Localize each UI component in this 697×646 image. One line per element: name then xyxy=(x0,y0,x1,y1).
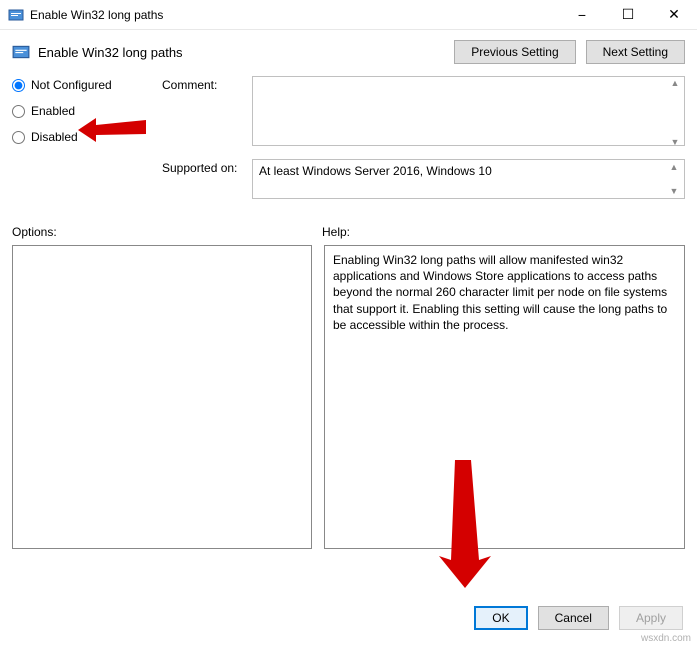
supported-on-text: At least Windows Server 2016, Windows 10 xyxy=(259,164,492,178)
previous-setting-button[interactable]: Previous Setting xyxy=(454,40,575,64)
close-button[interactable]: ✕ xyxy=(651,0,697,29)
scroll-up-icon[interactable]: ▲ xyxy=(666,162,682,172)
header: Enable Win32 long paths Previous Setting… xyxy=(0,30,697,70)
supported-on-field: At least Windows Server 2016, Windows 10… xyxy=(252,159,685,199)
radio-not-configured[interactable]: Not Configured xyxy=(12,78,142,92)
scroll-down-icon[interactable]: ▼ xyxy=(667,137,683,147)
help-label: Help: xyxy=(322,225,350,239)
radio-enabled-label: Enabled xyxy=(31,104,75,118)
cancel-button[interactable]: Cancel xyxy=(538,606,609,630)
supported-on-label: Supported on: xyxy=(162,159,252,175)
radio-group: Not Configured Enabled Disabled xyxy=(12,76,142,209)
radio-enabled[interactable]: Enabled xyxy=(12,104,142,118)
window-title: Enable Win32 long paths xyxy=(30,8,559,22)
titlebar: Enable Win32 long paths − ☐ ✕ xyxy=(0,0,697,30)
scroll-up-icon[interactable]: ▲ xyxy=(667,78,683,88)
apply-button[interactable]: Apply xyxy=(619,606,683,630)
maximize-button[interactable]: ☐ xyxy=(605,0,651,29)
comment-textarea[interactable] xyxy=(252,76,685,146)
minimize-button[interactable]: − xyxy=(559,0,605,29)
options-panel xyxy=(12,245,312,549)
radio-disabled[interactable]: Disabled xyxy=(12,130,142,144)
radio-enabled-input[interactable] xyxy=(12,105,25,118)
ok-button[interactable]: OK xyxy=(474,606,527,630)
options-label: Options: xyxy=(12,225,322,239)
help-text: Enabling Win32 long paths will allow man… xyxy=(333,253,667,332)
comment-label: Comment: xyxy=(162,76,252,92)
dialog-footer: OK Cancel Apply xyxy=(474,606,683,630)
policy-title: Enable Win32 long paths xyxy=(38,45,454,60)
next-setting-button[interactable]: Next Setting xyxy=(586,40,685,64)
radio-not-configured-input[interactable] xyxy=(12,79,25,92)
policy-header-icon xyxy=(12,43,30,61)
scroll-down-icon[interactable]: ▼ xyxy=(666,186,682,196)
radio-disabled-input[interactable] xyxy=(12,131,25,144)
watermark-text: wsxdn.com xyxy=(641,633,691,644)
window-controls: − ☐ ✕ xyxy=(559,0,697,29)
radio-disabled-label: Disabled xyxy=(31,130,78,144)
help-panel: Enabling Win32 long paths will allow man… xyxy=(324,245,685,549)
radio-not-configured-label: Not Configured xyxy=(31,78,112,92)
policy-icon xyxy=(8,7,24,23)
